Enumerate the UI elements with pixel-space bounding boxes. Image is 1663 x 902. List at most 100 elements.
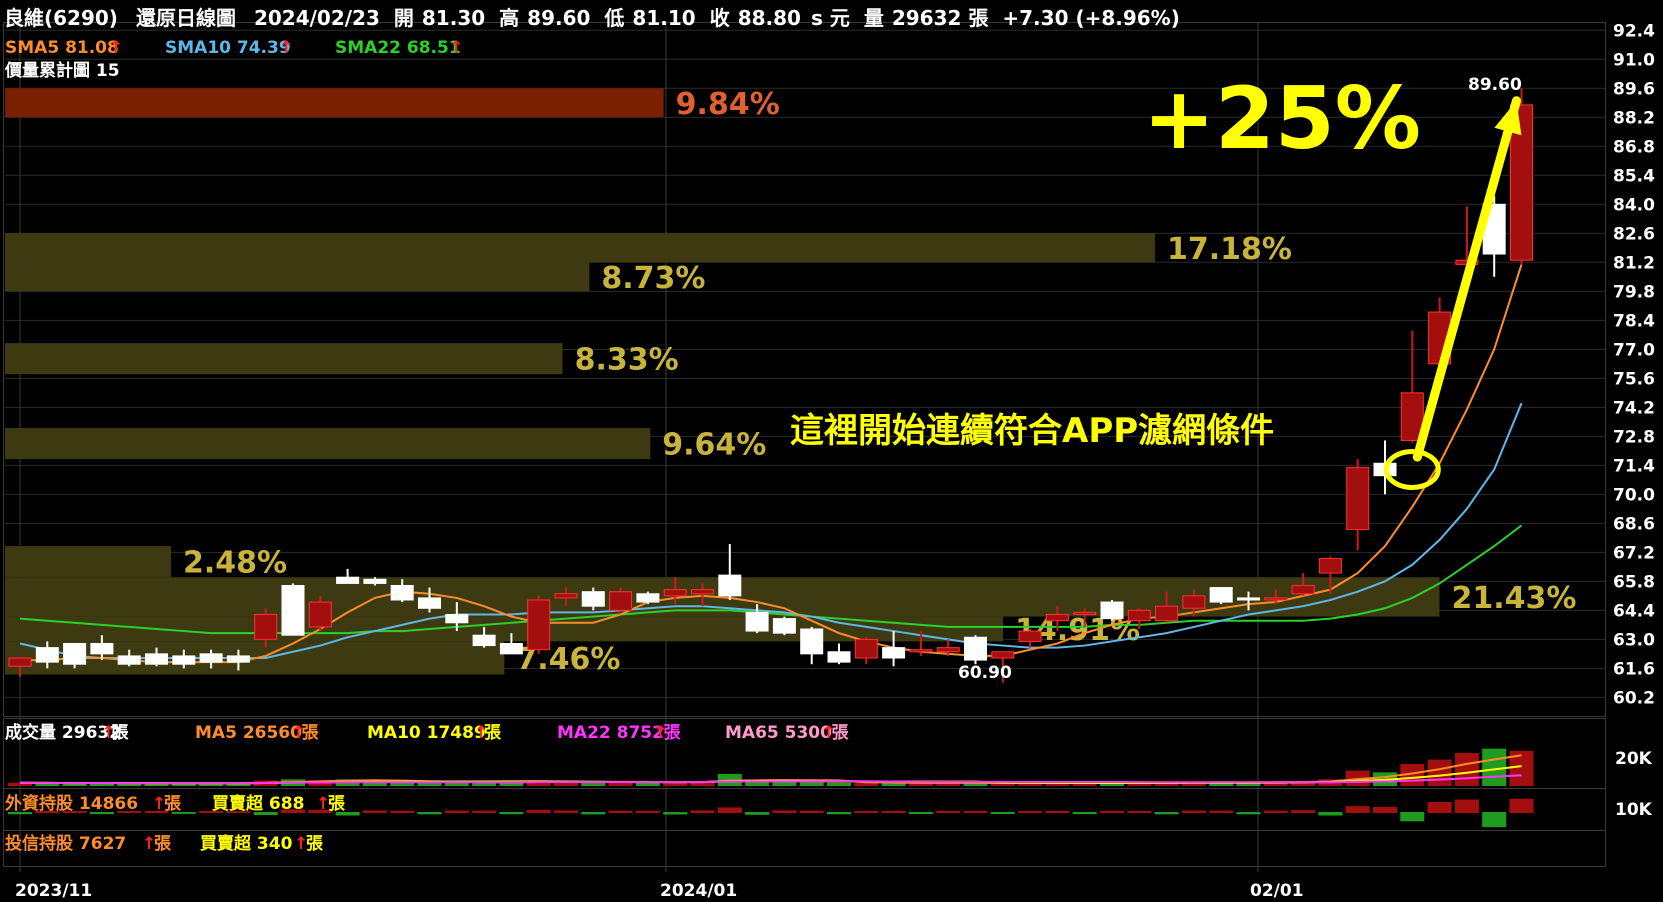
candle-body bbox=[554, 593, 578, 599]
foreign-net-bar bbox=[417, 812, 442, 815]
header-chart-kind: 還原日線圖 bbox=[136, 6, 236, 30]
candle-body bbox=[772, 618, 796, 634]
foreign-net-bar bbox=[1291, 810, 1316, 813]
foreign-net-bar bbox=[1454, 799, 1479, 813]
y-tick-label: 65.8 bbox=[1613, 572, 1655, 592]
filter-annotation: 這裡開始連續符合APP濾網條件 bbox=[790, 411, 1274, 451]
volume-profile-bar bbox=[5, 262, 590, 292]
foreign-net-bar bbox=[1427, 802, 1452, 813]
ma-legend-item: SMA10 74.39 bbox=[165, 38, 291, 58]
candle-body bbox=[691, 589, 714, 595]
candle-body bbox=[800, 628, 824, 655]
y-tick-label: 77.0 bbox=[1613, 340, 1655, 360]
foreign-net-bar bbox=[1318, 812, 1343, 816]
up-arrow-icon: ↑ bbox=[109, 38, 123, 58]
foreign-net-label: 買賣超 688 bbox=[212, 793, 304, 814]
foreign-net-bar bbox=[827, 812, 851, 815]
candle-body bbox=[63, 642, 87, 665]
foreign-net-bar bbox=[608, 810, 633, 813]
header-high-label: 高 bbox=[499, 6, 519, 30]
candle-body bbox=[1346, 466, 1370, 531]
candle-body bbox=[117, 655, 141, 665]
candle-body bbox=[363, 578, 387, 584]
foreign-net-bar bbox=[472, 810, 497, 813]
candle-body bbox=[254, 613, 278, 640]
candle-body bbox=[909, 649, 933, 653]
foreign-holding-unit: 張 bbox=[164, 794, 182, 814]
candle-body bbox=[1100, 601, 1124, 620]
candle-body bbox=[936, 647, 960, 653]
candle-body bbox=[1127, 609, 1151, 622]
stock-chart: 92.4 91.0 89.6 88.2 86.8 85.4 84.0 82.6 81.2 79.8… bbox=[3, 6, 1655, 901]
candle-body bbox=[581, 591, 605, 607]
header-close-suffix: s 元 bbox=[811, 6, 850, 30]
header-low: 81.10 bbox=[632, 6, 695, 30]
candle-body bbox=[1045, 613, 1069, 622]
ma-legend-item: SMA22 68.51 bbox=[335, 38, 461, 58]
candle-body bbox=[1264, 597, 1288, 601]
header-date: 2024/02/23 bbox=[254, 6, 380, 30]
foreign-net-bar bbox=[1482, 812, 1507, 828]
y-tick-label: 70.0 bbox=[1613, 485, 1655, 505]
candle-body bbox=[663, 589, 687, 597]
y-tick-label: 79.8 bbox=[1613, 282, 1655, 302]
y-tick-label: 61.6 bbox=[1613, 659, 1655, 679]
volume-profile-label: 8.33% bbox=[575, 343, 679, 378]
candle-body bbox=[308, 601, 332, 628]
candle-body bbox=[445, 613, 469, 624]
header-change: +7.30 (+8.96%) bbox=[1002, 6, 1180, 30]
volume-legend-item: MA22 8752 bbox=[557, 723, 664, 743]
foreign-net-bar bbox=[1345, 806, 1370, 813]
volume-legend-item: MA65 5300 bbox=[725, 723, 832, 743]
header-high: 89.60 bbox=[527, 6, 590, 30]
volume-bar bbox=[854, 782, 879, 786]
foreign-net-bar bbox=[1018, 810, 1043, 813]
volume-profile-label: 21.43% bbox=[1451, 581, 1576, 616]
candle-body bbox=[636, 593, 660, 603]
candle-body bbox=[1182, 595, 1206, 609]
foreign-net-bar bbox=[1072, 812, 1097, 815]
volume-axis-label: 10K bbox=[1615, 800, 1653, 820]
candle-body bbox=[964, 636, 987, 661]
y-tick-label: 67.2 bbox=[1613, 543, 1655, 563]
foreign-net-bar bbox=[1154, 812, 1179, 815]
y-tick-label: 64.4 bbox=[1613, 601, 1655, 621]
low-marker: 60.90 bbox=[958, 663, 1012, 683]
volume-profile-bar bbox=[5, 233, 1155, 263]
header-line: 良維(6290) 還原日線圖 2024/02/23 開 81.30 高 89.60 低 81.1… bbox=[4, 6, 1180, 30]
header-open: 81.30 bbox=[422, 6, 485, 30]
candle-body bbox=[854, 638, 878, 659]
foreign-net-bar bbox=[772, 810, 797, 813]
trust-holding-unit: 張 bbox=[154, 834, 172, 854]
up-arrow-icon: ↑ bbox=[449, 38, 463, 58]
candle-body bbox=[90, 642, 114, 655]
volume-profile-bar bbox=[5, 343, 563, 375]
foreign-net-bar bbox=[854, 810, 879, 813]
header-close-label: 收 bbox=[710, 6, 730, 30]
candle-body bbox=[1018, 630, 1042, 642]
y-tick-label: 68.6 bbox=[1613, 514, 1655, 534]
y-tick-label: 72.8 bbox=[1613, 427, 1655, 447]
volume-profile-label: 8.73% bbox=[601, 261, 705, 296]
y-tick-label: 82.6 bbox=[1613, 224, 1655, 244]
candle-body bbox=[1209, 587, 1233, 603]
foreign-net-bar bbox=[881, 810, 906, 813]
candle-body bbox=[390, 584, 414, 601]
candle-body bbox=[1155, 605, 1179, 622]
volume-profile-label: 9.64% bbox=[662, 428, 766, 463]
y-tick-label: 71.4 bbox=[1613, 456, 1655, 476]
candle-body bbox=[8, 657, 32, 667]
candle-body bbox=[35, 647, 59, 663]
volume-profile-title: 價量累計圖 15 bbox=[4, 60, 120, 81]
foreign-net-bar bbox=[663, 812, 688, 815]
volume-legend-unit: 張 bbox=[664, 723, 682, 743]
foreign-net-bar bbox=[1209, 810, 1234, 813]
candle-body bbox=[882, 647, 906, 659]
volume-profile-bar bbox=[5, 88, 664, 118]
candle-body bbox=[1318, 558, 1342, 574]
volume-profile-bar bbox=[5, 546, 172, 578]
foreign-net-bar bbox=[1509, 798, 1534, 813]
foreign-net-unit: 張 bbox=[328, 794, 346, 814]
foreign-net-bar bbox=[390, 810, 415, 813]
foreign-net-bar bbox=[745, 812, 770, 815]
